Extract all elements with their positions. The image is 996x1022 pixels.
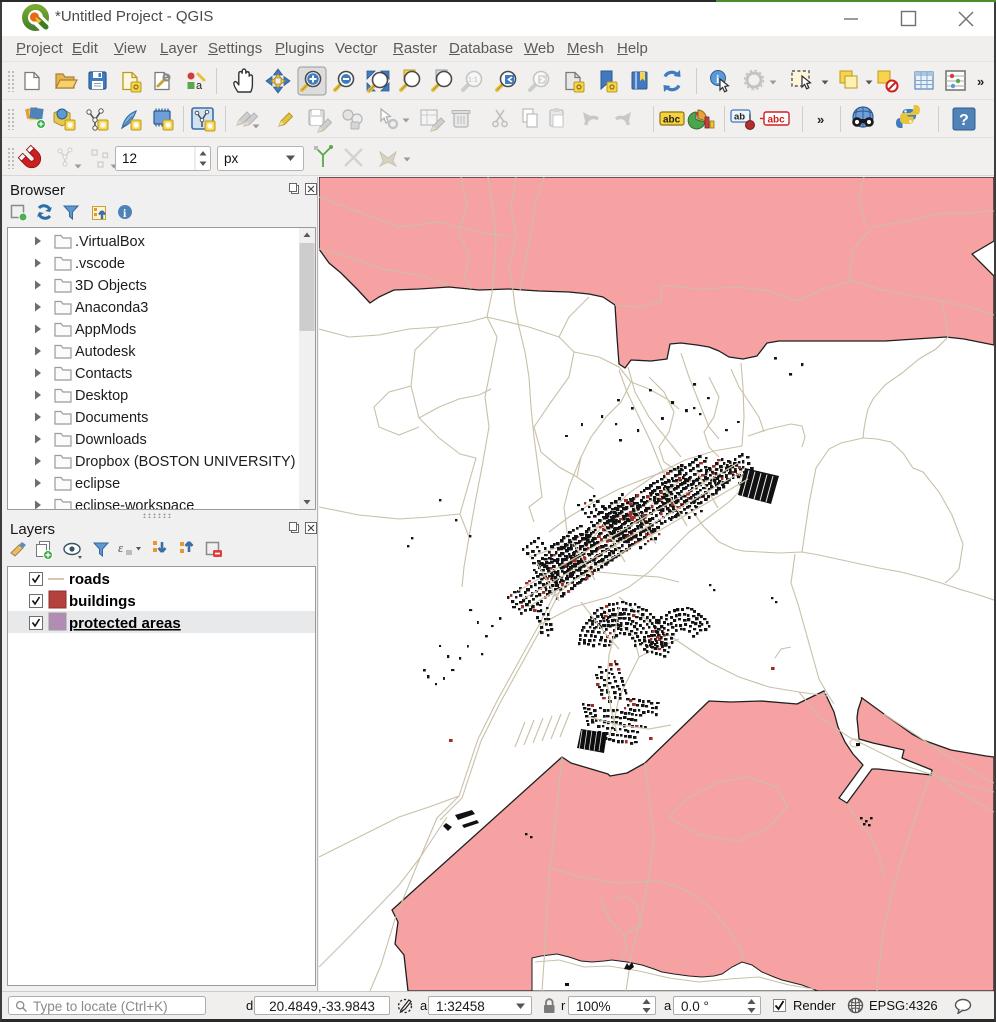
svg-text:Desktop: Desktop bbox=[75, 388, 128, 404]
svg-text:abc: abc bbox=[663, 115, 681, 126]
svg-text:Contacts: Contacts bbox=[75, 366, 132, 382]
svg-text:roads: roads bbox=[69, 571, 110, 588]
svg-text:ab: ab bbox=[734, 112, 745, 123]
svg-text:.VirtualBox: .VirtualBox bbox=[75, 234, 146, 250]
svg-text:eclipse: eclipse bbox=[75, 476, 120, 492]
svg-text:Downloads: Downloads bbox=[75, 432, 147, 448]
svg-text:buildings: buildings bbox=[69, 593, 136, 610]
svg-text:Dropbox (BOSTON UNIVERSITY): Dropbox (BOSTON UNIVERSITY) bbox=[75, 454, 296, 470]
svg-text:eclipse-workspace: eclipse-workspace bbox=[75, 498, 194, 509]
svg-text:a: a bbox=[196, 80, 203, 92]
svg-text:.vscode: .vscode bbox=[75, 256, 125, 272]
svg-text:protected areas: protected areas bbox=[69, 615, 181, 632]
svg-text:1:1: 1:1 bbox=[468, 77, 478, 84]
svg-text:px: px bbox=[224, 151, 239, 166]
svg-text:Anaconda3: Anaconda3 bbox=[75, 300, 148, 316]
svg-text:»: » bbox=[817, 112, 824, 127]
svg-text:?: ? bbox=[959, 112, 969, 129]
svg-text:AppMods: AppMods bbox=[75, 322, 136, 338]
svg-text:3D Objects: 3D Objects bbox=[75, 278, 147, 294]
svg-text:ε: ε bbox=[118, 540, 124, 555]
svg-text:»: » bbox=[977, 74, 984, 89]
svg-text:12: 12 bbox=[122, 151, 137, 166]
svg-text:abc: abc bbox=[768, 115, 786, 126]
svg-text:Documents: Documents bbox=[75, 410, 148, 426]
svg-text:Autodesk: Autodesk bbox=[75, 344, 136, 360]
